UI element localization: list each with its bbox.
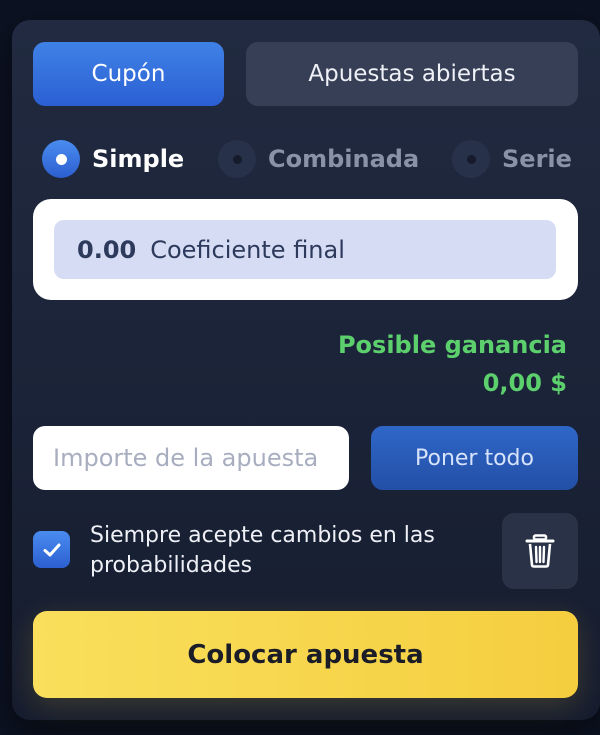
radio-unselected-icon [218,140,256,178]
radio-unselected-icon [452,140,490,178]
tab-open-bets-label: Apuestas abiertas [308,61,516,87]
possible-winnings-label: Posible ganancia [337,331,567,359]
radio-simple-label: Simple [92,145,185,173]
delete-bets-button[interactable] [502,513,578,589]
bet-type-selector: Simple Combinada Serie [42,138,572,180]
accept-changes-checkbox[interactable] [33,531,70,568]
radio-serie-label: Serie [502,145,572,173]
radio-serie[interactable]: Serie [452,138,572,180]
check-icon [43,543,60,556]
coefficient-label: Coeficiente final [150,235,345,264]
radio-simple[interactable]: Simple [42,138,184,180]
max-stake-label: Poner todo [415,445,534,471]
max-stake-button[interactable]: Poner todo [371,426,578,490]
tab-open-bets[interactable]: Apuestas abiertas [246,42,578,106]
radio-combinada[interactable]: Combinada [218,138,419,180]
place-bet-button[interactable]: Colocar apuesta [33,611,578,698]
coefficient-card: 0.00 Coeficiente final [33,199,578,300]
coefficient-value: 0.00 [77,235,137,264]
place-bet-label: Colocar apuesta [187,639,424,670]
accept-changes-label: Siempre acepte cambios en las probabilid… [90,523,435,578]
radio-combinada-label: Combinada [268,145,420,173]
radio-selected-icon [42,140,80,178]
tab-coupon-label: Cupón [91,61,166,87]
possible-winnings-value: 0,00 $ [482,369,567,397]
stake-amount-input[interactable] [33,426,349,490]
coefficient-box: 0.00 Coeficiente final [54,220,556,279]
trash-icon [525,534,555,568]
tab-coupon[interactable]: Cupón [33,42,224,106]
